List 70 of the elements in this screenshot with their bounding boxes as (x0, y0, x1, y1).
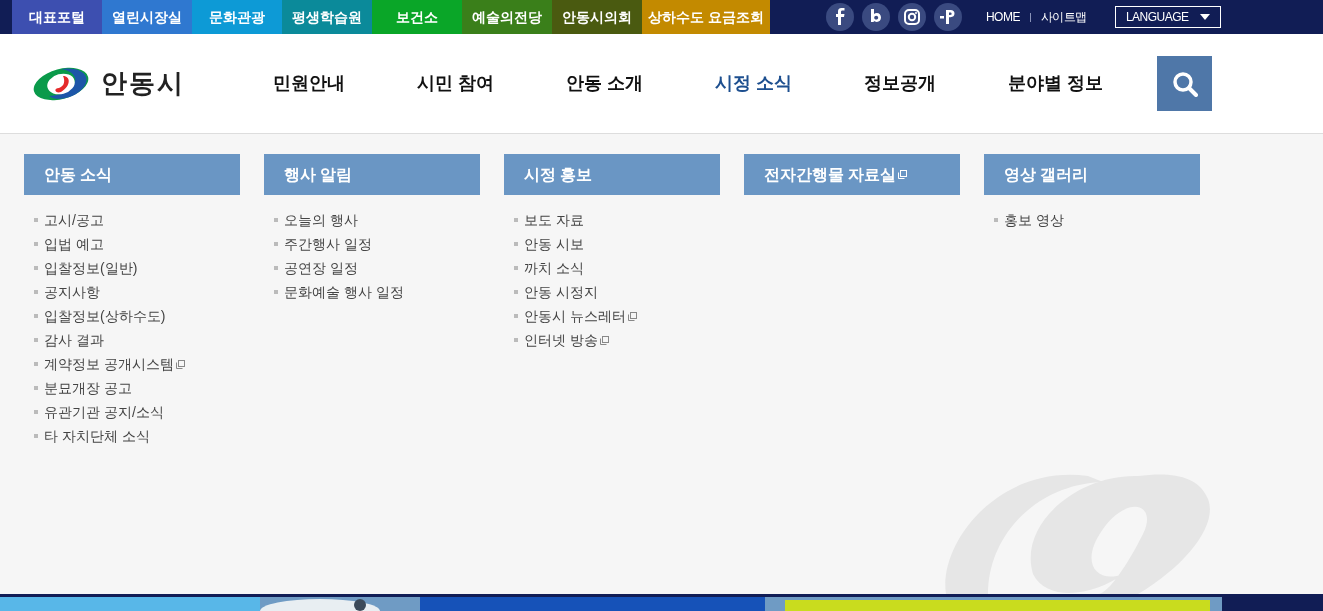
new-window-icon (898, 170, 908, 179)
bullet-icon (34, 410, 38, 414)
site-tab[interactable]: 대표포털 (12, 0, 102, 34)
nav-item[interactable]: 분야별 정보 (1008, 70, 1104, 97)
menu-link[interactable]: 계약정보 공개시스템 (44, 353, 174, 375)
logo-icon (31, 65, 91, 102)
site-tab[interactable]: 예술의전당 (462, 0, 552, 34)
menu-link[interactable]: 입찰정보(상하수도) (44, 305, 166, 327)
bullet-icon (514, 242, 518, 246)
bullet-icon (994, 218, 998, 222)
search-button[interactable] (1157, 56, 1212, 111)
menu-link[interactable]: 안동 시정지 (524, 281, 598, 303)
menu-link[interactable]: 공지사항 (44, 281, 100, 303)
site-tab[interactable]: 안동시의회 (552, 0, 642, 34)
new-window-icon (599, 335, 609, 345)
b-letter-icon[interactable] (861, 3, 890, 31)
bullet-icon (34, 242, 38, 246)
nav-item[interactable]: 안동 소개 (566, 70, 644, 97)
menu-link[interactable]: 입법 예고 (44, 233, 104, 255)
menu-link[interactable]: 안동 시보 (524, 233, 584, 255)
bullet-icon (274, 218, 278, 222)
menu-link[interactable]: 유관기관 공지/소식 (44, 401, 164, 423)
search-icon (1171, 70, 1198, 97)
menu-link[interactable]: 인터넷 방송 (524, 329, 598, 351)
new-window-icon (627, 311, 637, 321)
caret-icon (1199, 14, 1210, 20)
bullet-icon (514, 314, 518, 318)
site-tab[interactable]: 열린시장실 (102, 0, 192, 34)
menu-link[interactable]: 공연장 일정 (284, 257, 358, 279)
menu-link[interactable]: 감사 결과 (44, 329, 104, 351)
bullet-icon (514, 218, 518, 222)
logo-text: 안동시 (101, 67, 185, 100)
nav-item[interactable]: 시정 소식 (715, 70, 793, 97)
menu-link[interactable]: 문화예술 행사 일정 (284, 281, 404, 303)
menu-link[interactable]: 입찰정보(일반) (44, 257, 138, 279)
language-select[interactable]: LANGUAGE (1114, 6, 1221, 28)
bullet-icon (34, 218, 38, 222)
nav-item[interactable]: 정보공개 (864, 70, 937, 97)
site-tab[interactable]: 평생학습원 (282, 0, 372, 34)
bullet-icon (34, 266, 38, 270)
nav-item[interactable]: 민원안내 (273, 70, 345, 97)
p-letter-icon[interactable] (933, 3, 962, 31)
instagram-icon[interactable] (897, 3, 926, 31)
menu-link[interactable]: 고시/공고 (44, 209, 104, 231)
menu-link[interactable]: 보도 자료 (524, 209, 584, 231)
bullet-icon (274, 242, 278, 246)
bullet-icon (514, 290, 518, 294)
bullet-icon (34, 290, 38, 294)
bullet-icon (274, 266, 278, 270)
bullet-icon (514, 338, 518, 342)
logo[interactable]: 안동시 (31, 64, 185, 103)
bullet-icon (34, 362, 38, 366)
menu-link[interactable]: 타 자치단체 소식 (44, 425, 150, 447)
menu-link[interactable]: 오늘의 행사 (284, 209, 358, 231)
bullet-icon (34, 434, 38, 438)
bullet-icon (34, 314, 38, 318)
menu-link[interactable]: 안동시 뉴스레터 (524, 305, 626, 327)
utility-link[interactable]: 사이트맵 (1040, 8, 1087, 26)
nav-item[interactable]: 시민 참여 (417, 70, 494, 97)
bullet-icon (34, 386, 38, 390)
bullet-icon (514, 266, 518, 270)
menu-link[interactable]: 까치 소식 (524, 257, 584, 279)
menu-link[interactable]: 홍보 영상 (1004, 209, 1064, 231)
menu-link[interactable]: 분묘개장 공고 (44, 377, 132, 399)
utility-link[interactable]: HOME (985, 8, 1020, 26)
menu-link[interactable]: 주간행사 일정 (284, 233, 372, 255)
new-window-icon (175, 359, 185, 369)
bullet-icon (274, 290, 278, 294)
bullet-icon (34, 338, 38, 342)
facebook-icon[interactable] (825, 3, 854, 31)
